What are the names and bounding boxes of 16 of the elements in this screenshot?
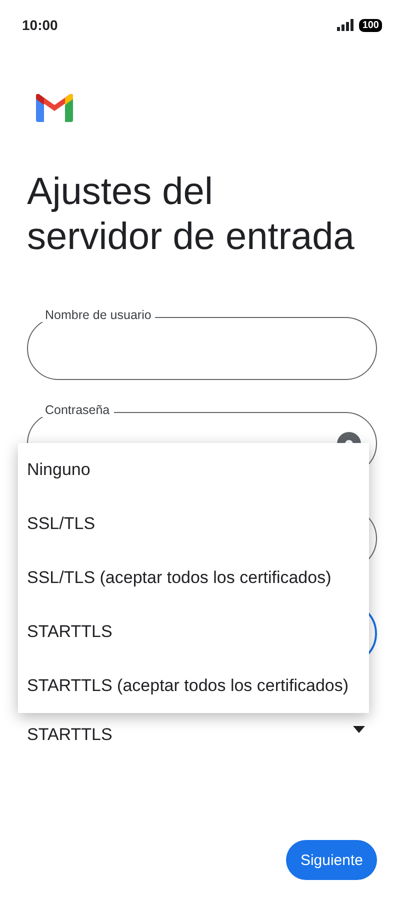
dropdown-value: STARTTLS bbox=[27, 725, 112, 745]
field-label: Contraseña bbox=[41, 403, 114, 417]
mail-logo-icon bbox=[36, 94, 73, 122]
menu-option[interactable]: Ninguno bbox=[18, 443, 369, 497]
next-button[interactable]: Siguiente bbox=[286, 840, 377, 880]
field-label: Nombre de usuario bbox=[41, 308, 156, 322]
security-dropdown[interactable]: STARTTLS bbox=[27, 720, 377, 750]
menu-option[interactable]: SSL/TLS (aceptar todos los certificados) bbox=[18, 551, 369, 605]
menu-option[interactable]: STARTTLS (aceptar todos los certificados) bbox=[18, 659, 369, 713]
menu-option[interactable]: STARTTLS bbox=[18, 605, 369, 659]
page-title: Ajustes del servidor de entrada bbox=[27, 170, 356, 260]
signal-icon bbox=[337, 19, 354, 31]
caret-icon bbox=[353, 726, 365, 732]
menu-option[interactable]: SSL/TLS bbox=[18, 497, 369, 551]
battery-level: 100 bbox=[359, 18, 382, 32]
clock-time: 10:00 bbox=[22, 17, 58, 33]
